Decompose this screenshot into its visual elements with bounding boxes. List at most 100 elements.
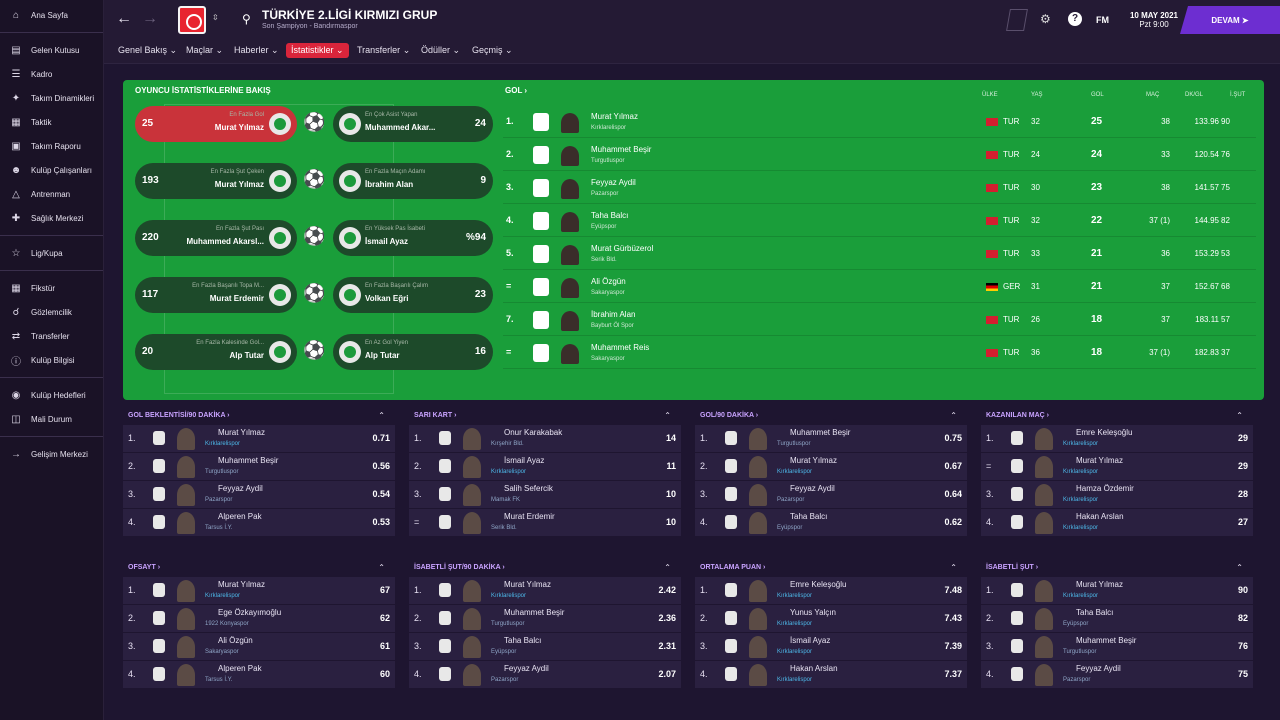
club-name[interactable]: Pazarspor xyxy=(1063,677,1090,683)
list-item[interactable]: 1. Murat Yılmaz Kırklarelispor 2.42 xyxy=(409,577,681,605)
player-name[interactable]: İsmail Ayaz xyxy=(790,636,830,645)
club-name[interactable]: Kırklarelispor xyxy=(205,593,240,599)
club-name[interactable]: 1922 Konyaspor xyxy=(205,621,249,627)
sidebar-item[interactable]: ⓘ Kulüp Bilgisi xyxy=(0,348,103,372)
club-name[interactable]: Tarsus İ.Y. xyxy=(205,677,233,683)
panel-title[interactable]: KAZANILAN MAÇ › xyxy=(986,412,1049,419)
sidebar-item[interactable]: ✦ Takım Dinamikleri xyxy=(0,86,103,110)
club-name[interactable]: Kırklarelispor xyxy=(1063,441,1098,447)
list-item[interactable]: 4. Feyyaz Aydil Pazarspor 2.07 xyxy=(409,661,681,689)
list-item[interactable]: 4. Alperen Pak Tarsus İ.Y. 60 xyxy=(123,661,395,689)
club-name[interactable]: Pazarspor xyxy=(591,191,618,197)
sidebar-item[interactable]: ✚ Sağlık Merkezi xyxy=(0,206,103,230)
club-name[interactable]: Serik Bld. xyxy=(491,525,517,531)
club-name[interactable]: Pazarspor xyxy=(777,497,804,503)
player-name[interactable]: Yunus Yalçın xyxy=(790,608,836,617)
player-name[interactable]: Feyyaz Aydil xyxy=(1076,664,1121,673)
goals-column-header[interactable]: İ.ŞUT xyxy=(1230,92,1245,98)
player-name[interactable]: Salih Sefercik xyxy=(504,484,553,493)
panel-title[interactable]: İSABETLİ ŞUT/90 DAKİKA › xyxy=(414,564,505,571)
player-name[interactable]: Ege Özkayımoğlu xyxy=(218,608,281,617)
club-name[interactable]: Eyüpspor xyxy=(777,525,802,531)
club-name[interactable]: Kırklarelispor xyxy=(1063,593,1098,599)
player-name[interactable]: Alperen Pak xyxy=(218,664,262,673)
list-item[interactable]: 3. Feyyaz Aydil Pazarspor 0.54 xyxy=(123,481,395,509)
list-item[interactable]: 4. Hakan Arslan Kırklarelispor 7.37 xyxy=(695,661,967,689)
player-name[interactable]: Muhammet Reis xyxy=(591,343,649,352)
forward-arrow-icon[interactable]: → xyxy=(142,10,158,28)
list-item[interactable]: 1. Emre Keleşoğlu Kırklarelispor 29 xyxy=(981,425,1253,453)
player-name[interactable]: Emre Keleşoğlu xyxy=(1076,428,1132,437)
club-name[interactable]: Pazarspor xyxy=(491,677,518,683)
list-item[interactable]: 1. Murat Yılmaz Kırklarelispor 0.71 xyxy=(123,425,395,453)
panel-title[interactable]: SARI KART › xyxy=(414,412,456,419)
stat-card[interactable]: En Çok Asist Yapan Muhammed Akar... 24 xyxy=(333,106,493,142)
list-item[interactable]: 2. Taha Balcı Eyüpspor 82 xyxy=(981,605,1253,633)
sidebar-item[interactable]: ▦ Taktik xyxy=(0,110,103,134)
collapse-icon[interactable]: ⌃ xyxy=(1236,411,1243,420)
player-name[interactable]: Murat Yılmaz xyxy=(1076,456,1123,465)
panel-title[interactable]: GOL BEKLENTİSİ/90 DAKİKA › xyxy=(128,412,230,419)
sidebar-item[interactable]: ◉ Kulüp Hedefleri xyxy=(0,383,103,407)
stat-card[interactable]: En Yüksek Pas İsabeti İsmail Ayaz %94 xyxy=(333,220,493,256)
player-name[interactable]: Muhammet Beşir xyxy=(591,145,651,154)
goals-column-header[interactable]: YAŞ xyxy=(1031,92,1043,98)
club-name[interactable]: Eyüpspor xyxy=(491,649,516,655)
stat-card[interactable]: En Fazla Maçın Adamı İbrahim Alan 9 xyxy=(333,163,493,199)
list-item[interactable]: 1. Murat Yılmaz Kırklarelispor 67 xyxy=(123,577,395,605)
collapse-icon[interactable]: ⌃ xyxy=(378,563,385,572)
sidebar-item[interactable]: → Gelişim Merkezi xyxy=(0,442,103,466)
goals-column-header[interactable]: MAÇ xyxy=(1146,92,1159,98)
player-name[interactable]: Taha Balcı xyxy=(790,512,827,521)
table-row[interactable]: = Muhammet Reis Sakaryaspor TUR 36 18 37 (1) 18… xyxy=(503,337,1256,369)
player-name[interactable]: Taha Balcı xyxy=(591,211,628,220)
player-name[interactable]: Feyyaz Aydil xyxy=(504,664,549,673)
list-item[interactable]: = Murat Erdemir Serik Bld. 10 xyxy=(409,509,681,537)
list-item[interactable]: 3. Hamza Özdemir Kırklarelispor 28 xyxy=(981,481,1253,509)
club-name[interactable]: Kırklarelispor xyxy=(591,125,626,131)
panel-title[interactable]: GOL/90 DAKİKA › xyxy=(700,412,758,419)
list-item[interactable]: 4. Alperen Pak Tarsus İ.Y. 0.53 xyxy=(123,509,395,537)
list-item[interactable]: 3. Ali Özgün Sakaryaspor 61 xyxy=(123,633,395,661)
sidebar-item[interactable]: ☌ Gözlemcilik xyxy=(0,300,103,324)
list-item[interactable]: 2. İsmail Ayaz Kırklarelispor 11 xyxy=(409,453,681,481)
stat-card[interactable]: 25 En Fazla Gol Murat Yılmaz xyxy=(135,106,297,142)
club-name[interactable]: Eyüpspor xyxy=(591,224,616,230)
player-name[interactable]: Muhammet Beşir xyxy=(504,608,564,617)
player-name[interactable]: Hamza Özdemir xyxy=(1076,484,1134,493)
table-row[interactable]: = Ali Özgün Sakaryaspor GER 31 21 37 152.67 68 xyxy=(503,271,1256,303)
club-name[interactable]: Turgutluspor xyxy=(491,621,524,627)
club-name[interactable]: Turgutluspor xyxy=(205,469,238,475)
fm-menu-button[interactable]: FM xyxy=(1096,15,1109,25)
player-name[interactable]: İsmail Ayaz xyxy=(504,456,544,465)
stat-card[interactable]: 193 En Fazla Şut Çeken Murat Yılmaz xyxy=(135,163,297,199)
sidebar-item[interactable]: ⇄ Transferler xyxy=(0,324,103,348)
stat-card[interactable]: 220 En Fazla Şut Pası Muhammed Akarsl... xyxy=(135,220,297,256)
player-name[interactable]: Taha Balcı xyxy=(504,636,541,645)
goals-column-header[interactable]: ÜLKE xyxy=(982,92,998,98)
sidebar-item[interactable]: ⌂ Ana Sayfa xyxy=(0,3,103,27)
club-name[interactable]: Sakaryaspor xyxy=(205,649,239,655)
player-name[interactable]: Alperen Pak xyxy=(218,512,262,521)
club-name[interactable]: Kırklarelispor xyxy=(777,469,812,475)
panel-title[interactable]: İSABETLİ ŞUT › xyxy=(986,564,1038,571)
player-name[interactable]: Murat Yılmaz xyxy=(591,112,638,121)
list-item[interactable]: 2. Murat Yılmaz Kırklarelispor 0.67 xyxy=(695,453,967,481)
club-name[interactable]: Kırklarelispor xyxy=(777,677,812,683)
club-name[interactable]: Kırklarelispor xyxy=(491,593,526,599)
collapse-icon[interactable]: ⌃ xyxy=(950,563,957,572)
list-item[interactable]: 3. İsmail Ayaz Kırklarelispor 7.39 xyxy=(695,633,967,661)
stat-card[interactable]: En Fazla Başarılı Çalım Volkan Eğri 23 xyxy=(333,277,493,313)
continue-button[interactable]: DEVAM ➤ xyxy=(1180,6,1280,34)
subnav-tab[interactable]: Haberler ⌄ xyxy=(234,45,279,56)
table-row[interactable]: 5. Murat Gürbüzerol Serik Bld. TUR 33 21 36 153… xyxy=(503,238,1256,270)
player-name[interactable]: Murat Yılmaz xyxy=(1076,580,1123,589)
panel-title[interactable]: ORTALAMA PUAN › xyxy=(700,564,765,571)
panel-title[interactable]: OFSAYT › xyxy=(128,564,160,571)
sidebar-item[interactable]: ▤ Gelen Kutusu xyxy=(0,38,103,62)
settings-icon[interactable]: ⚙ xyxy=(1040,12,1051,26)
list-item[interactable]: 1. Emre Keleşoğlu Kırklarelispor 7.48 xyxy=(695,577,967,605)
chevron-updown-icon[interactable]: ⇳ xyxy=(212,13,219,22)
list-item[interactable]: 3. Salih Sefercik Mamak FK 10 xyxy=(409,481,681,509)
player-name[interactable]: Feyyaz Aydil xyxy=(218,484,263,493)
